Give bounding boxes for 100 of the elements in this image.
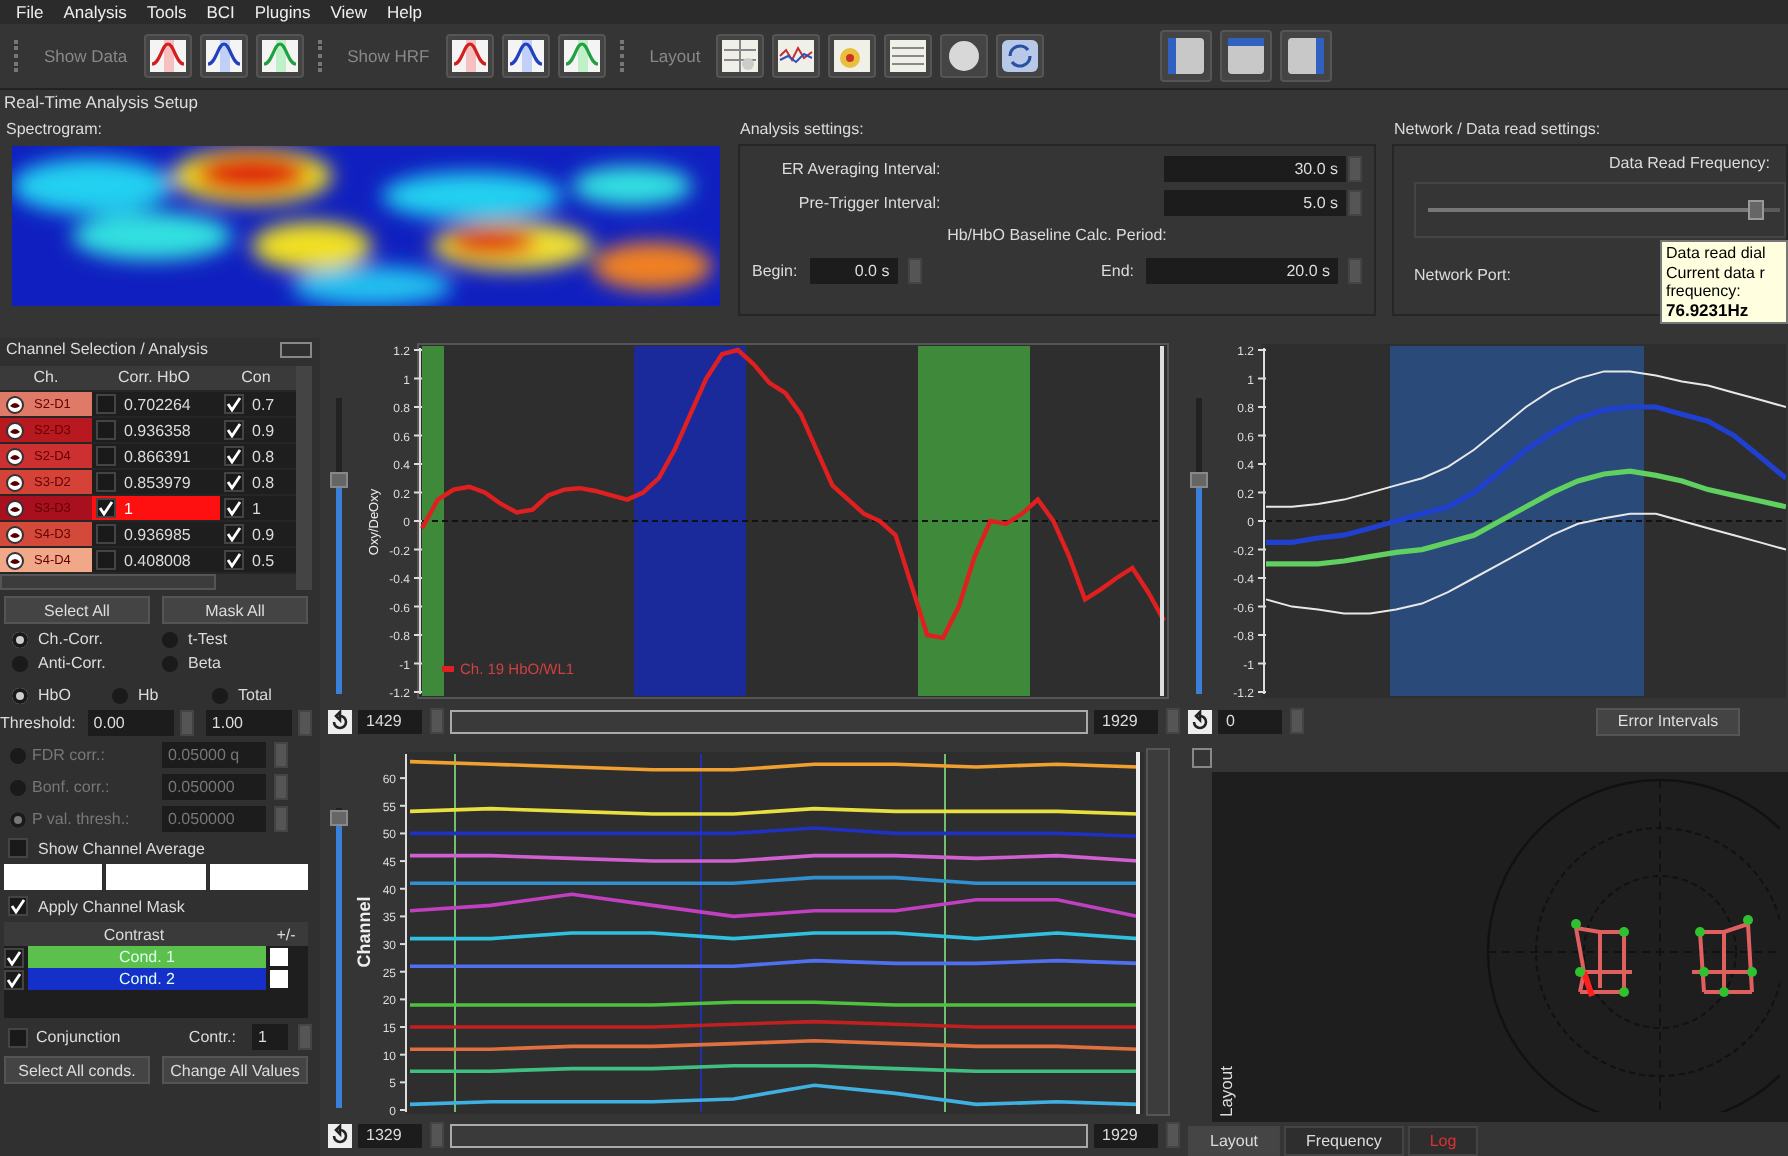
waveform-icon[interactable] (445, 34, 494, 78)
horizontal-scrollbar[interactable] (450, 709, 1088, 733)
waveform-icon[interactable] (143, 34, 192, 78)
checkbox[interactable] (224, 472, 244, 492)
checkbox[interactable] (96, 498, 116, 518)
slider-thumb[interactable] (1190, 472, 1208, 489)
slider-thumb[interactable] (330, 809, 348, 825)
checkbox[interactable] (96, 524, 116, 544)
action-button[interactable]: Select All conds. (4, 1056, 150, 1084)
cycle-icon[interactable] (996, 34, 1045, 78)
eye-icon[interactable] (6, 421, 24, 439)
slider-track[interactable] (1196, 398, 1202, 694)
checkbox[interactable] (8, 1027, 28, 1047)
tab[interactable]: Frequency (1284, 1126, 1404, 1156)
waveform-icon[interactable] (255, 34, 304, 78)
number-field[interactable]: 30.0 s (1164, 155, 1346, 181)
horizontal-scrollbar[interactable] (450, 1123, 1088, 1147)
reset-icon[interactable] (1188, 709, 1212, 733)
panel-layout-icon[interactable] (1160, 30, 1213, 82)
eye-icon[interactable] (6, 447, 24, 465)
checkbox[interactable] (8, 838, 28, 858)
number-field[interactable]: 20.0 s (1146, 257, 1338, 283)
table-cell[interactable]: 0.9 (220, 522, 296, 546)
table-cell[interactable]: 0.7 (220, 392, 296, 416)
checkbox[interactable] (224, 420, 244, 440)
input-field[interactable] (4, 864, 103, 890)
condition-cell[interactable]: Cond. 2 (28, 968, 266, 990)
number-field[interactable]: 1329 (358, 1123, 422, 1147)
number-field[interactable]: 0 (1218, 709, 1282, 733)
radio-button[interactable] (12, 631, 28, 647)
checkbox[interactable] (4, 947, 24, 967)
number-field[interactable]: 1 (252, 1024, 288, 1050)
error-intervals-button[interactable]: Error Intervals (1596, 707, 1740, 735)
menu-item[interactable]: Analysis (63, 2, 127, 22)
eye-icon[interactable] (6, 473, 24, 491)
checkbox[interactable] (96, 446, 116, 466)
input-field[interactable] (106, 864, 206, 890)
vertical-scrollbar[interactable] (1146, 748, 1170, 1116)
table-cell[interactable]: 0.702264 (92, 392, 220, 416)
horizontal-scrollbar[interactable] (0, 574, 216, 590)
tab[interactable]: Layout (1188, 1126, 1281, 1156)
table-cell[interactable]: 0.5 (220, 548, 296, 572)
table-cell[interactable]: 0.8 (220, 444, 296, 468)
checkbox[interactable] (96, 420, 116, 440)
waveform-icon[interactable] (501, 34, 550, 78)
action-button[interactable]: Mask All (162, 596, 308, 624)
table-cell[interactable]: 1 (220, 496, 296, 520)
checkbox[interactable] (224, 524, 244, 544)
checkbox[interactable] (96, 472, 116, 492)
table-cell[interactable]: 0.866391 (92, 444, 220, 468)
checkbox[interactable] (4, 969, 24, 989)
table-cell[interactable]: 0.853979 (92, 470, 220, 494)
checkbox[interactable] (96, 394, 116, 414)
number-field[interactable]: 0.0 s (809, 257, 898, 283)
reset-icon[interactable] (328, 709, 352, 733)
radio-button[interactable] (12, 687, 28, 703)
menu-item[interactable]: Help (387, 2, 423, 22)
slider-track[interactable] (336, 398, 342, 694)
eye-icon[interactable] (6, 551, 24, 569)
eye-icon[interactable] (6, 499, 24, 517)
reset-icon[interactable] (328, 1123, 352, 1147)
eye-icon[interactable] (6, 525, 24, 543)
number-field[interactable]: 1429 (358, 709, 422, 733)
waveform-icon[interactable] (557, 34, 606, 78)
slider-thumb[interactable] (330, 472, 348, 489)
undock-icon[interactable] (1192, 748, 1212, 768)
panel-layout-icon[interactable] (1220, 30, 1273, 82)
menu-item[interactable]: Plugins (254, 2, 311, 22)
map-layout-icon[interactable] (828, 34, 877, 78)
eye-icon[interactable] (6, 395, 24, 413)
vertical-scrollbar[interactable] (296, 366, 312, 590)
menu-item[interactable]: Tools (146, 2, 187, 22)
action-button[interactable]: Select All (4, 596, 150, 624)
slider-thumb[interactable] (1747, 200, 1764, 220)
table-cell[interactable]: 0.9 (220, 418, 296, 442)
number-field[interactable]: 1929 (1094, 709, 1158, 733)
menu-item[interactable]: BCI (206, 2, 235, 22)
input-field[interactable] (209, 864, 308, 890)
waveform-icon[interactable] (199, 34, 248, 78)
panel-layout-icon[interactable] (1280, 30, 1333, 82)
list-icon[interactable] (884, 34, 933, 78)
table-cell[interactable]: 0.936985 (92, 522, 220, 546)
plot-layout-icon[interactable] (772, 34, 821, 78)
table-layout-icon[interactable] (716, 34, 765, 78)
checkbox[interactable] (224, 550, 244, 570)
checkbox[interactable] (96, 550, 116, 570)
table-cell[interactable]: 0.936358 (92, 418, 220, 442)
table-cell[interactable]: 1 (92, 496, 220, 520)
table-cell[interactable]: 0.8 (220, 470, 296, 494)
checkbox[interactable] (224, 394, 244, 414)
number-field[interactable]: 1.00 (205, 710, 292, 736)
number-field[interactable]: 0.00 (87, 710, 174, 736)
checkbox[interactable] (8, 896, 28, 916)
menu-item[interactable]: File (16, 2, 44, 22)
number-field[interactable]: 5.0 s (1164, 189, 1346, 215)
menu-item[interactable]: View (330, 2, 368, 22)
number-field[interactable]: 1929 (1094, 1123, 1158, 1147)
checkbox[interactable] (224, 446, 244, 466)
checkbox[interactable] (224, 498, 244, 518)
table-cell[interactable]: 0.408008 (92, 548, 220, 572)
